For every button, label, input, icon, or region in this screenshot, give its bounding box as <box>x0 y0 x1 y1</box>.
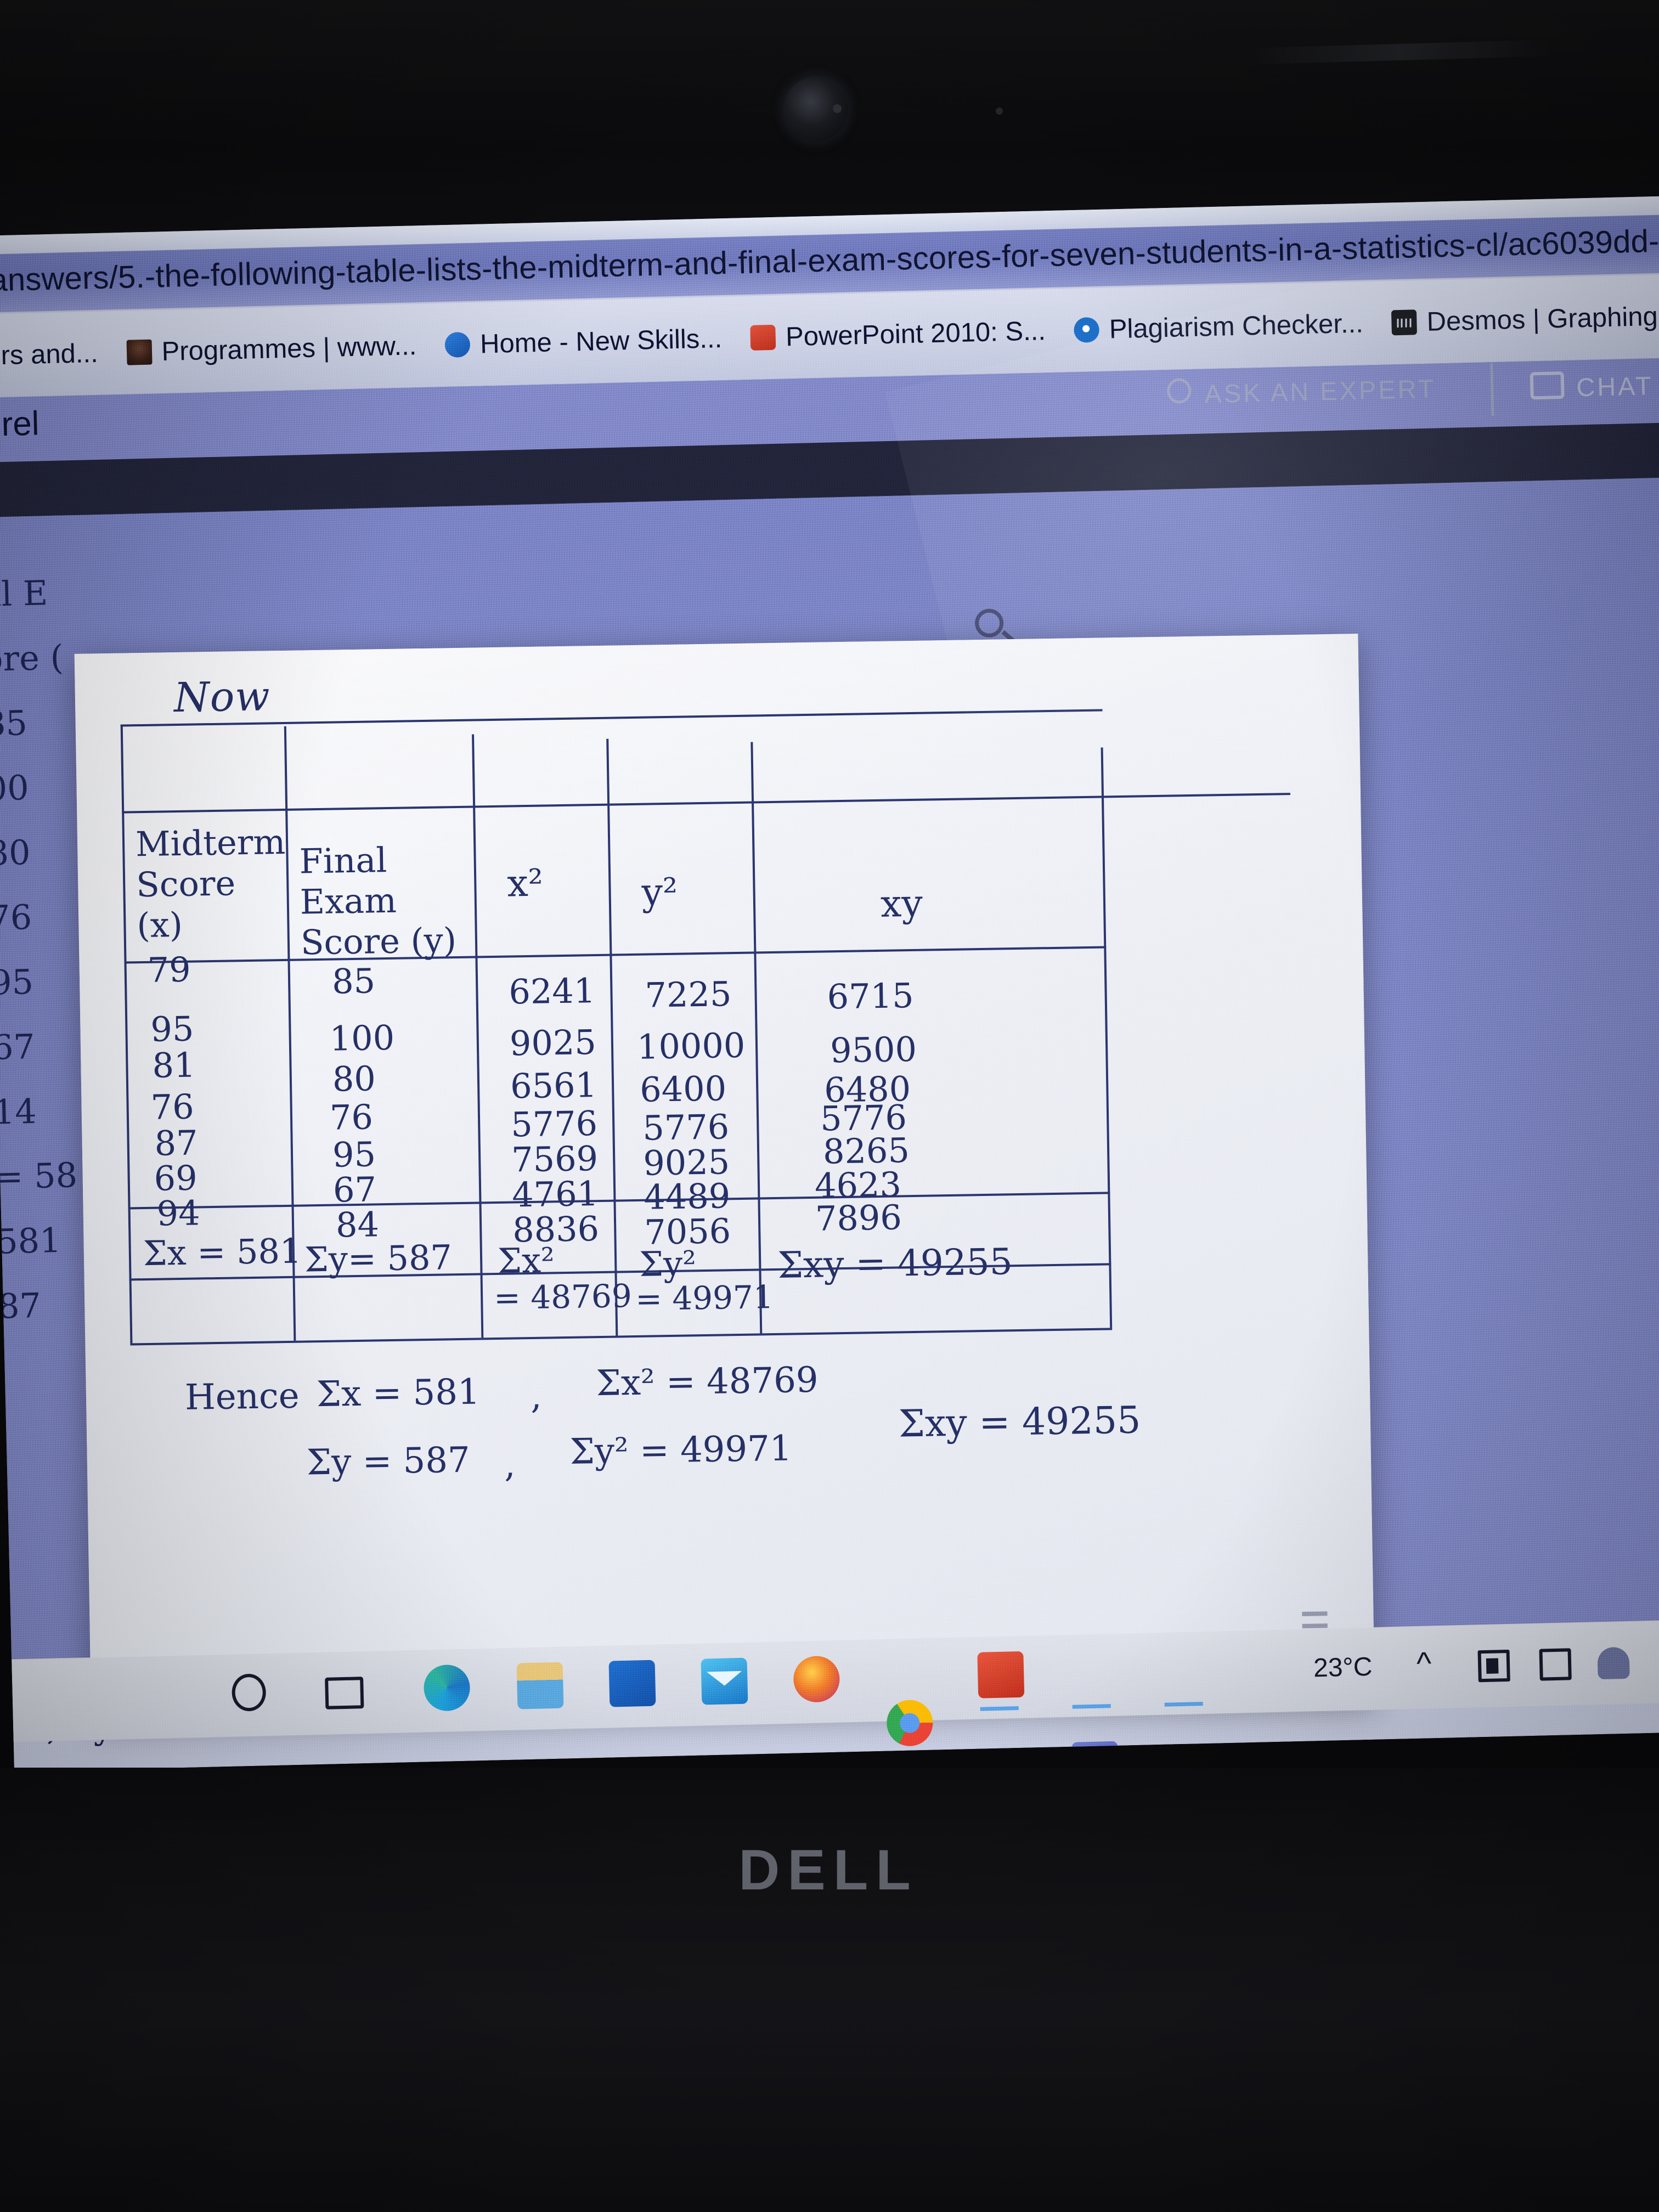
hence-sep-2: , <box>504 1444 516 1486</box>
ask-expert-icon <box>1166 377 1192 404</box>
plagiarism-checker-icon <box>1074 317 1100 343</box>
table-cell: 100 <box>329 1017 395 1059</box>
table-total-sum-xy: Σxy = 49255 <box>777 1240 1013 1286</box>
bookmark-item-3[interactable]: PowerPoint 2010: S... <box>750 315 1046 353</box>
table-header-final: Final Exam Score (y) <box>299 840 457 963</box>
hence-sum-y: Σy = 587 <box>306 1440 471 1483</box>
microphone-icon <box>996 108 1003 115</box>
ask-an-expert-button[interactable]: ASK AN EXPERT <box>1204 373 1436 409</box>
chat-bubble-icon <box>1530 371 1565 400</box>
desmos-icon <box>1391 309 1418 336</box>
table-cell: 6561 <box>510 1065 597 1107</box>
notebook-page: Now Midterm Score (x) Final Exam Score (… <box>74 634 1375 1721</box>
hence-word: Hence <box>184 1375 300 1418</box>
table-cell: 80 <box>332 1058 376 1099</box>
header-divider <box>1490 363 1494 416</box>
table-cell: 79 <box>147 949 191 990</box>
webcam-indicator-icon <box>833 104 842 113</box>
microsoft-store-button[interactable] <box>608 1660 656 1707</box>
table-cell: 81 <box>151 1045 196 1086</box>
table-header-y2: y² <box>641 870 678 915</box>
task-view-button[interactable] <box>325 1677 364 1709</box>
chat-button[interactable]: CHAT <box>1576 370 1654 402</box>
laptop-bottom-bezel <box>0 1768 1659 2212</box>
taskbar-active-indicator <box>980 1706 1019 1711</box>
handwritten-intro: Now <box>173 673 271 722</box>
handwritten-table: Midterm Score (x) Final Exam Score (y) x… <box>120 706 1299 1346</box>
background-note-line: al E <box>0 573 48 615</box>
programmes-icon <box>126 339 153 365</box>
powerpoint-icon <box>750 324 776 351</box>
table-cell: 95 <box>150 1008 194 1049</box>
display-icon[interactable] <box>1539 1648 1572 1681</box>
bookmark-label: eers and... <box>0 338 99 371</box>
dell-logo: DELL <box>738 1838 918 1902</box>
table-cell: 95 <box>332 1134 376 1175</box>
hence-sum-xy: Σxy = 49255 <box>898 1398 1141 1446</box>
chrome-button[interactable] <box>886 1699 934 1747</box>
battery-icon[interactable] <box>1477 1649 1510 1683</box>
image-viewer-window[interactable]: Now Midterm Score (x) Final Exam Score (… <box>74 634 1375 1721</box>
bookmark-label: PowerPoint 2010: S... <box>785 316 1046 352</box>
laptop-photo: -answers/5.-the-following-table-lists-th… <box>0 0 1659 2212</box>
bezel-glare <box>1245 40 1553 65</box>
table-cell: 67 <box>332 1169 377 1210</box>
weather-temperature[interactable]: 23°C <box>1313 1652 1373 1684</box>
table-cell: 85 <box>331 961 376 1002</box>
table-total-sum-y2-value: = 49971 <box>635 1278 774 1318</box>
bookmark-label: Home - New Skills... <box>479 324 723 359</box>
table-total-sum-x2-label: Σx² <box>497 1240 555 1281</box>
taskbar-active-indicator <box>1164 1702 1203 1707</box>
table-total-sum-x2-value: = 48769 <box>493 1277 633 1317</box>
edge-button[interactable] <box>423 1664 471 1712</box>
search-icon[interactable] <box>974 608 1004 638</box>
firefox-button[interactable] <box>793 1655 840 1703</box>
table-cell: 7225 <box>645 974 732 1015</box>
table-cell: 9025 <box>509 1022 597 1064</box>
taskbar-active-indicator <box>1072 1704 1111 1709</box>
office-button[interactable] <box>977 1651 1025 1699</box>
home-new-skills-icon <box>444 331 471 358</box>
bookmark-item-5[interactable]: Desmos | Graphing <box>1391 301 1658 338</box>
bookmark-item-2[interactable]: Home - New Skills... <box>444 323 723 360</box>
table-cell: 76 <box>150 1086 195 1127</box>
teams-button[interactable] <box>1071 1741 1119 1772</box>
hence-sum-x: Σx = 581 <box>316 1372 481 1415</box>
table-total-sum-x: Σx = 581 <box>143 1231 302 1274</box>
table-cell: 87 <box>154 1122 199 1164</box>
bookmark-item-1[interactable]: Programmes | www... <box>126 330 417 368</box>
table-header-midterm: Midterm Score (x) <box>135 821 286 946</box>
bookmark-item-4[interactable]: Plagiarism Checker... <box>1074 308 1363 346</box>
bookmark-label: Desmos | Graphing <box>1426 301 1658 337</box>
bookmark-item-0[interactable]: eers and... <box>0 338 98 371</box>
table-cell: 6715 <box>827 975 915 1017</box>
bookmark-label: Programmes | www... <box>161 331 417 367</box>
page-heading-fragment: erel <box>0 404 40 444</box>
hence-sum-x2: Σx² = 48769 <box>596 1359 819 1404</box>
table-cell: 76 <box>329 1097 374 1138</box>
people-button[interactable] <box>516 1662 564 1709</box>
bookmark-label: Plagiarism Checker... <box>1109 308 1364 345</box>
hence-sum-y2: Σy² = 49971 <box>569 1428 793 1472</box>
table-total-sum-y: Σy= 587 <box>304 1237 453 1280</box>
onedrive-cloud-icon[interactable] <box>1597 1646 1630 1680</box>
web-page-body: erel ASK AN EXPERT CHAT al E ore ( 85 00… <box>0 357 1659 1748</box>
table-cell: 94 <box>156 1193 201 1234</box>
table-cell: 9500 <box>830 1029 917 1071</box>
table-cell: 7896 <box>815 1197 902 1239</box>
start-button[interactable] <box>231 1673 267 1712</box>
table-cell: 6400 <box>639 1068 727 1110</box>
hence-sep-1: , <box>530 1376 542 1418</box>
table-header-xy: xy <box>880 882 923 926</box>
laptop-screen: -answers/5.-the-following-table-lists-th… <box>0 195 1659 1772</box>
table-header-x2: x² <box>506 861 544 906</box>
table-total-sum-y2-label: Σy² <box>639 1243 697 1284</box>
chevron-up-icon[interactable]: ^ <box>1416 1645 1448 1681</box>
table-cell: 10000 <box>636 1025 746 1067</box>
table-cell: 69 <box>154 1158 198 1199</box>
mail-button[interactable] <box>701 1657 748 1705</box>
table-cell: 6241 <box>508 970 596 1012</box>
